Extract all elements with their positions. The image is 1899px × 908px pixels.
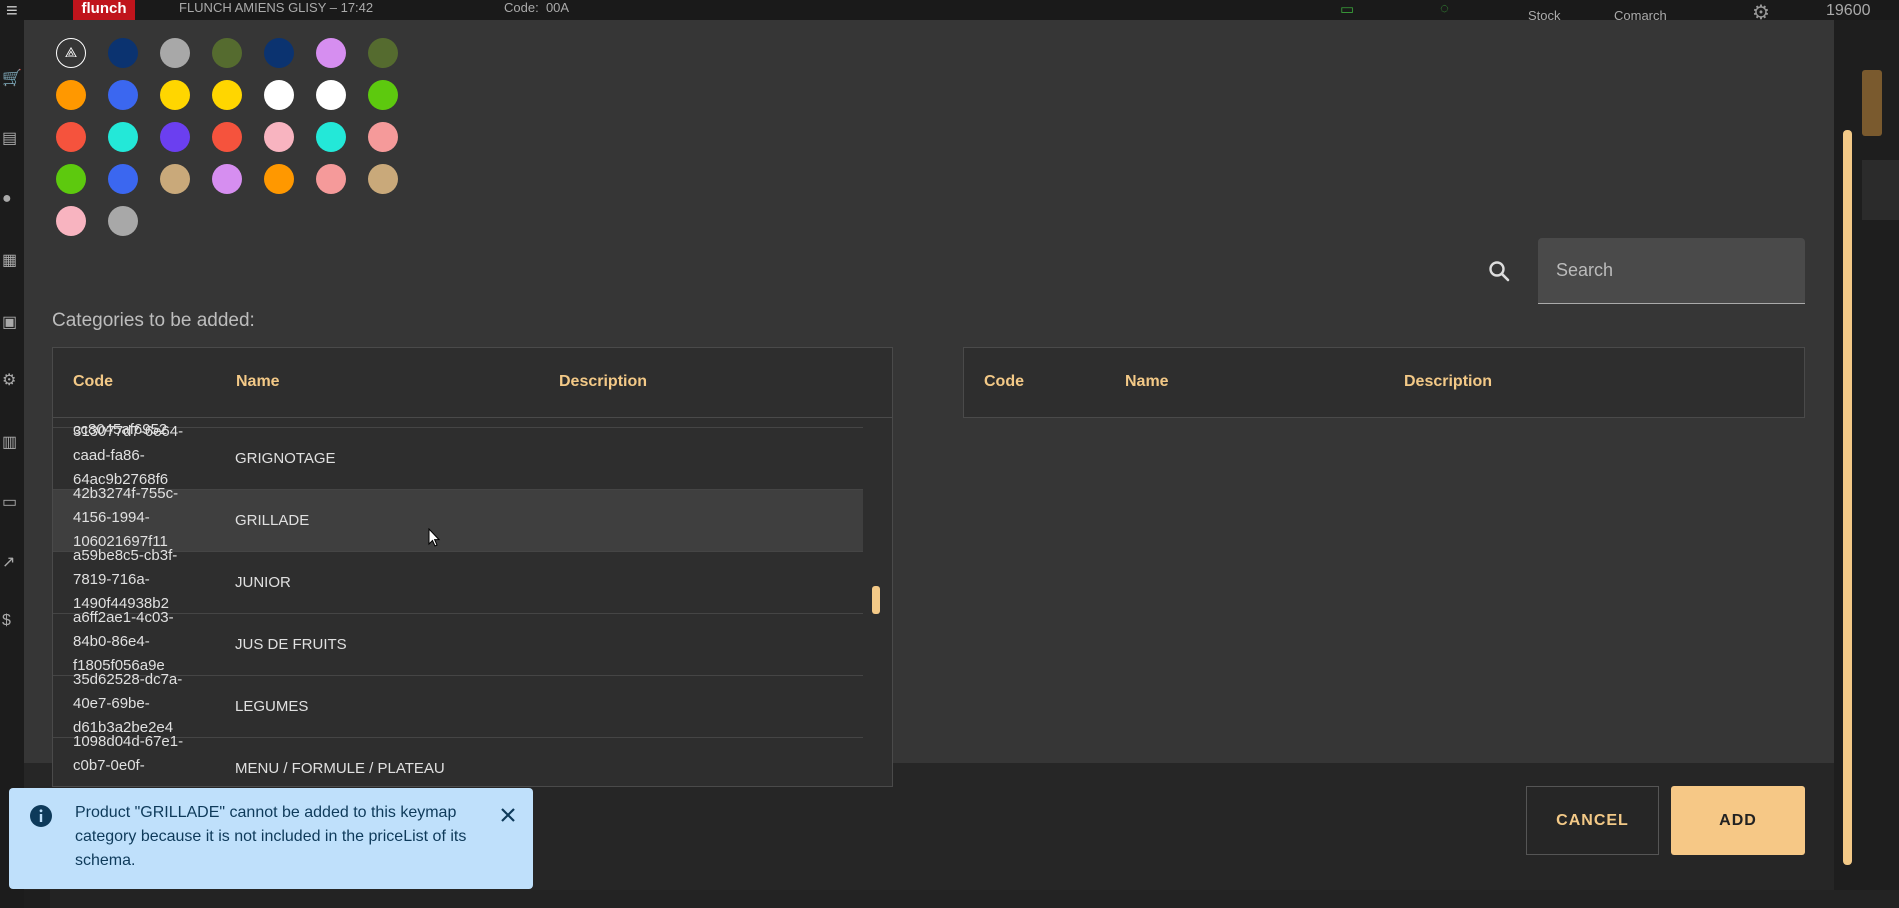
color-swatch[interactable] xyxy=(316,38,346,68)
store-icon[interactable]: ▣ xyxy=(2,312,22,332)
toast-message: Product "GRILLADE" cannot be added to th… xyxy=(75,804,467,869)
table-row[interactable]: 42b3274f-755c- 4156-1994- 106021697f11 GR… xyxy=(53,485,863,552)
color-swatch[interactable] xyxy=(264,80,294,110)
color-swatch[interactable] xyxy=(316,164,346,194)
table-header: Code Name Description xyxy=(964,348,1804,418)
row-code: 1098d04d-67e1- c0b7-0e0f- xyxy=(73,733,184,774)
color-swatch[interactable] xyxy=(56,122,86,152)
row-name: GRILLADE xyxy=(235,512,310,529)
table-scrollbar[interactable] xyxy=(872,586,880,614)
table-row[interactable]: a59be8c5-cb3f- 7819-716a- 1490f44938b2 JU… xyxy=(53,547,863,614)
cancel-button[interactable]: CANCEL xyxy=(1526,786,1659,855)
selected-categories-table: Code Name Description xyxy=(963,347,1805,418)
info-icon xyxy=(30,805,52,827)
section-label: Categories to be added: xyxy=(52,310,255,331)
column-header-code[interactable]: Code xyxy=(984,373,1024,391)
user-icon[interactable]: ● xyxy=(2,190,22,210)
categories-to-add-table: Code Name Description cc8045af6952 313077… xyxy=(52,347,893,787)
background-accent-block xyxy=(1862,70,1882,136)
column-header-name[interactable]: Name xyxy=(1125,373,1169,391)
no-color-icon: ⟁ xyxy=(64,44,78,60)
speaker-icon[interactable]: ◌ xyxy=(1440,0,1449,17)
menu-icon[interactable]: ≡ xyxy=(6,1,28,21)
store-code: Code: 00A xyxy=(504,0,569,15)
laptop-icon[interactable]: ▤ xyxy=(2,128,22,148)
code-value: 00A xyxy=(545,0,570,15)
mouse-cursor xyxy=(428,528,441,547)
color-swatch[interactable] xyxy=(316,80,346,110)
color-swatch[interactable] xyxy=(108,164,138,194)
price-icon[interactable]: $ xyxy=(2,612,22,632)
color-swatch[interactable] xyxy=(264,164,294,194)
row-name: JUS DE FRUITS xyxy=(235,636,347,653)
building-icon[interactable]: ▥ xyxy=(2,432,22,452)
add-button[interactable]: ADD xyxy=(1671,786,1805,855)
color-swatch[interactable] xyxy=(212,122,242,152)
column-header-description[interactable]: Description xyxy=(559,373,647,391)
search-input[interactable] xyxy=(1538,238,1805,303)
table-row[interactable]: a6ff2ae1-4c03- 84b0-86e4- f1805f056a9e JU… xyxy=(53,609,863,676)
color-swatch[interactable] xyxy=(108,38,138,68)
monitor-icon[interactable]: ▭ xyxy=(1340,0,1354,18)
close-icon[interactable] xyxy=(496,803,520,827)
table-row[interactable]: 35d62528-dc7a- 40e7-69be- d61b3a2be2e4 LE… xyxy=(53,671,863,738)
background-panel xyxy=(1862,160,1899,220)
settings-icon[interactable]: ⚙ xyxy=(2,370,22,390)
row-name: GRIGNOTAGE xyxy=(235,450,336,467)
table-row[interactable]: 313077d7-6e64- caad-fa86- 64ac9b2768f6 GR… xyxy=(53,423,863,490)
column-header-code[interactable]: Code xyxy=(73,373,113,391)
search-icon[interactable] xyxy=(1487,259,1511,283)
app-top-bar: ≡ flunch FLUNCH AMIENS GLISY – 17:42 Cod… xyxy=(0,0,1899,24)
row-name: JUNIOR xyxy=(235,574,291,591)
color-swatch[interactable] xyxy=(108,122,138,152)
color-swatch[interactable] xyxy=(212,38,242,68)
color-swatch[interactable] xyxy=(316,122,346,152)
info-toast: Product "GRILLADE" cannot be added to th… xyxy=(9,788,533,889)
color-swatch[interactable] xyxy=(264,122,294,152)
color-swatch[interactable] xyxy=(160,164,190,194)
color-swatch[interactable] xyxy=(56,164,86,194)
card-icon[interactable]: ▭ xyxy=(2,492,22,512)
color-swatch[interactable] xyxy=(212,164,242,194)
no-color-swatch[interactable]: ⟁ xyxy=(56,38,86,68)
color-swatch[interactable] xyxy=(160,122,190,152)
table-body: cc8045af6952 313077d7-6e64- caad-fa86- 64… xyxy=(53,418,863,787)
color-swatch[interactable] xyxy=(56,206,86,236)
table-row[interactable]: 1098d04d-67e1- c0b7-0e0f- MENU / FORMULE… xyxy=(53,733,863,787)
color-swatch[interactable] xyxy=(108,80,138,110)
color-swatch[interactable] xyxy=(368,122,398,152)
table-header: Code Name Description xyxy=(53,348,892,418)
color-swatch[interactable] xyxy=(160,38,190,68)
color-swatch[interactable] xyxy=(108,206,138,236)
code-label: Code: xyxy=(504,0,539,15)
row-name: LEGUMES xyxy=(235,698,309,715)
terminal-number: 19600 xyxy=(1826,2,1871,19)
cart-icon[interactable]: 🛒 xyxy=(2,68,22,88)
color-swatch[interactable] xyxy=(212,80,242,110)
color-swatch[interactable] xyxy=(160,80,190,110)
column-header-description[interactable]: Description xyxy=(1404,373,1492,391)
left-nav-rail: 🛒 ▤ ● ▦ ▣ ⚙ ▥ ▭ ↗ $ xyxy=(0,20,24,908)
search-field xyxy=(1538,238,1805,304)
dialog-scrollbar[interactable] xyxy=(1843,130,1852,865)
column-header-name[interactable]: Name xyxy=(236,373,280,391)
register-icon[interactable]: ▦ xyxy=(2,250,22,270)
color-swatch[interactable] xyxy=(264,38,294,68)
color-swatch[interactable] xyxy=(368,80,398,110)
brand-logo: flunch xyxy=(73,0,135,20)
color-swatch[interactable] xyxy=(368,164,398,194)
background-footer xyxy=(50,890,1899,908)
store-info: FLUNCH AMIENS GLISY – 17:42 xyxy=(179,0,374,15)
chart-icon[interactable]: ↗ xyxy=(2,552,22,572)
row-name: MENU / FORMULE / PLATEAU xyxy=(235,760,445,777)
color-swatch[interactable] xyxy=(56,80,86,110)
color-swatch[interactable] xyxy=(368,38,398,68)
